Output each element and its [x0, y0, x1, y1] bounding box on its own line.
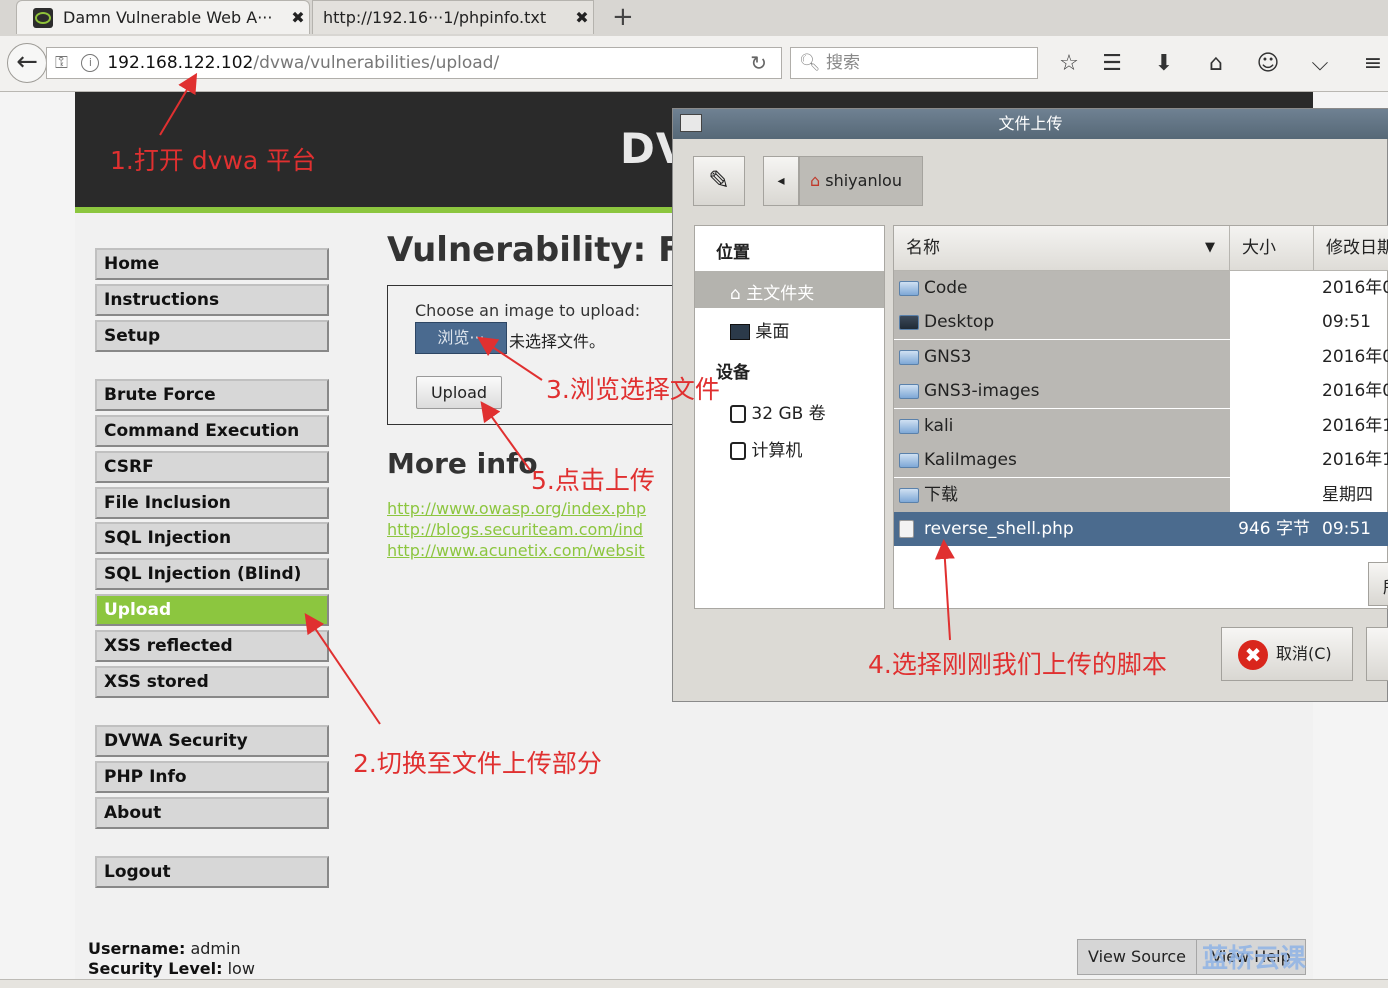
arrow-step1: [159, 72, 198, 136]
annotation-step2: 2.切换至文件上传部分: [353, 749, 602, 778]
arrow-step2: [304, 613, 381, 725]
arrow-step5: [480, 401, 531, 471]
arrow-step3: [477, 336, 543, 381]
arrow-step4: [934, 539, 955, 641]
annotation-step4: 4.选择刚刚我们上传的脚本: [868, 650, 1167, 679]
annotation-step3: 3.浏览选择文件: [546, 375, 720, 404]
annotation-step1: 1.打开 dvwa 平台: [110, 146, 317, 175]
annotation-step5: 5.点击上传: [531, 466, 655, 495]
